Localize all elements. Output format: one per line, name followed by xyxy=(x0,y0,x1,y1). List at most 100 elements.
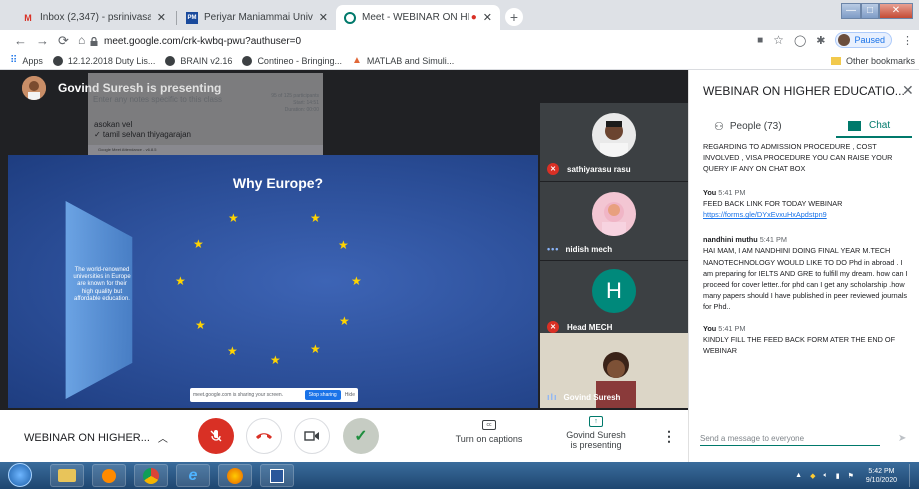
forward-icon[interactable]: → xyxy=(36,33,49,48)
feedback-link[interactable]: https://forms.gle/DYxEvxuHxApdstpn9 xyxy=(703,209,911,220)
participant-name: ✕ Head MECH xyxy=(547,321,612,333)
bookmark-brain[interactable]: BRAIN v2.16 xyxy=(165,55,232,66)
start-button[interactable] xyxy=(8,463,32,487)
tab-chat[interactable]: Chat xyxy=(848,120,890,131)
chat-compose-input[interactable]: Send a message to everyone xyxy=(700,434,880,446)
profile-paused-button[interactable]: Paused xyxy=(835,32,892,48)
explorer-taskbar-icon[interactable] xyxy=(50,464,84,487)
globe-icon xyxy=(242,55,253,66)
tab-people[interactable]: ⚇ People (73) xyxy=(714,120,782,133)
camera-blocked-icon[interactable]: ■ xyxy=(757,35,763,46)
attendee-name: ✓ tamil selvan thiyagarajan xyxy=(94,130,191,139)
chrome-taskbar-icon[interactable] xyxy=(134,464,168,487)
close-tab-icon[interactable]: ✕ xyxy=(157,11,166,24)
eu-star: ★ xyxy=(228,211,239,225)
participant-tile-self[interactable]: ılı Govind Suresh xyxy=(540,333,688,408)
avatar xyxy=(838,34,851,46)
present-status-button[interactable]: ↑ Govind Suresh is presenting xyxy=(554,416,638,450)
screen-share-bar: meet.google.com is sharing your screen. … xyxy=(190,388,358,402)
toolbar-right-icons: ■ ☆ ◯ ✱ Paused ⋮ xyxy=(757,32,913,48)
presenter-avatar xyxy=(22,76,46,100)
notes-footer: Google Meet Attendance - v6.8.5 xyxy=(88,145,323,155)
gmail-icon: M xyxy=(24,12,32,23)
tab-gmail[interactable]: M Inbox (2,347) - psrinivasan@pmu ✕ xyxy=(14,5,174,30)
security-icon[interactable]: ◆ xyxy=(810,472,815,480)
participant-strip: ✕ sathiyarasu rasu ••• nidish mech H ✕ H… xyxy=(540,103,688,408)
bookmark-matlab[interactable]: ▲ MATLAB and Simuli... xyxy=(352,55,454,66)
close-window-button[interactable]: ✕ xyxy=(879,3,913,19)
tab-meet[interactable]: Meet - WEBINAR ON HIGHE ● ✕ xyxy=(336,5,500,30)
flag-icon[interactable]: ⚑ xyxy=(848,472,854,480)
chat-message-list: REGARDING TO ADMISSION PROCEDURE , COST … xyxy=(703,141,911,421)
captions-button[interactable]: cc Turn on captions xyxy=(450,420,528,444)
new-tab-button[interactable]: + xyxy=(505,8,523,26)
camera-icon xyxy=(304,431,319,441)
mic-off-icon xyxy=(210,430,222,442)
extension-icon[interactable]: ◯ xyxy=(794,34,806,47)
more-options-icon[interactable]: ⋮ xyxy=(662,428,676,445)
window-controls: — □ ✕ xyxy=(841,3,913,19)
other-bookmarks[interactable]: Other bookmarks xyxy=(830,56,915,66)
close-panel-icon[interactable]: ✕ xyxy=(902,82,914,99)
bookmark-apps[interactable]: ⠿ Apps xyxy=(10,55,43,66)
volume-icon[interactable]: 🔈︎ xyxy=(824,472,828,480)
participant-name: ••• nidish mech xyxy=(547,244,613,254)
participant-tile[interactable]: H ✕ Head MECH xyxy=(540,261,688,339)
notes-input[interactable]: Enter any notes specific to this class xyxy=(93,95,222,104)
media-player-taskbar-icon[interactable] xyxy=(92,464,126,487)
close-tab-icon[interactable]: ✕ xyxy=(319,11,328,24)
reload-icon[interactable]: ⟳ xyxy=(58,33,69,49)
show-desktop-button[interactable] xyxy=(909,464,919,487)
participant-tile[interactable]: ••• nidish mech xyxy=(540,182,688,260)
browser-toolbar: ← → ⟳ ⌂ meet.google.com/crk-kwbq-pwu?aut… xyxy=(0,30,919,52)
checkmark-icon: ✓ xyxy=(354,428,368,445)
participant-tile[interactable]: ✕ sathiyarasu rasu xyxy=(540,103,688,181)
send-icon[interactable]: ➤ xyxy=(898,433,906,444)
home-icon[interactable]: ⌂ xyxy=(78,33,85,47)
chat-message: nandhini muthu 5:41 PM HAI MAM, I AM NAN… xyxy=(703,235,908,312)
maximize-button[interactable]: □ xyxy=(861,3,879,19)
leave-call-button[interactable] xyxy=(246,418,282,454)
slide-title: Why Europe? xyxy=(232,175,324,191)
panel-title: WEBINAR ON HIGHER EDUCATIO... xyxy=(703,84,905,98)
tab-separator xyxy=(176,11,177,25)
eu-star: ★ xyxy=(338,238,349,252)
people-icon: ⚇ xyxy=(714,121,724,133)
close-tab-icon[interactable]: ✕ xyxy=(483,11,492,24)
puzzle-icon[interactable]: ✱ xyxy=(816,34,825,47)
meeting-details-button[interactable]: WEBINAR ON HIGHER... ︿ xyxy=(24,430,168,446)
stop-sharing-button[interactable]: Stop sharing xyxy=(304,390,341,400)
mic-toggle-button[interactable] xyxy=(198,418,234,454)
mic-off-icon: ✕ xyxy=(547,163,559,175)
activity-check-button[interactable]: ✓ xyxy=(343,418,379,454)
chat-message: You 5:41 PM KINDLY FILL THE FEED BACK FO… xyxy=(703,323,896,356)
chrome-menu-icon[interactable]: ⋮ xyxy=(902,34,913,47)
participant-initial-avatar: H xyxy=(592,269,636,313)
present-arrow-icon: ↑ xyxy=(589,416,603,427)
back-icon[interactable]: ← xyxy=(14,33,27,48)
bookmark-duty-list[interactable]: 12.12.2018 Duty Lis... xyxy=(52,55,155,66)
captions-icon: cc xyxy=(482,420,496,430)
speaking-bars-icon: ılı xyxy=(547,392,558,402)
taskbar-clock[interactable]: 5:42 PM 9/10/2020 xyxy=(866,467,897,485)
participant-photo xyxy=(592,192,636,236)
slide-arrow-text: The world-renowned universities in Europ… xyxy=(73,267,131,302)
eu-star: ★ xyxy=(195,318,206,332)
minimize-button[interactable]: — xyxy=(841,3,861,19)
url-text: meet.google.com/crk-kwbq-pwu?authuser=0 xyxy=(104,35,302,47)
network-icon[interactable]: ▮ xyxy=(836,472,840,480)
eu-star: ★ xyxy=(310,342,321,356)
word-taskbar-icon[interactable] xyxy=(260,464,294,487)
bookmark-contineo[interactable]: Contineo - Bringing... xyxy=(242,55,342,66)
firefox-taskbar-icon[interactable] xyxy=(218,464,252,487)
bookmarks-bar: ⠿ Apps 12.12.2018 Duty Lis... BRAIN v2.1… xyxy=(0,52,919,70)
address-bar[interactable]: meet.google.com/crk-kwbq-pwu?authuser=0 xyxy=(90,32,750,50)
tray-arrow-icon[interactable]: ▲ xyxy=(795,472,802,479)
ie-taskbar-icon[interactable]: e xyxy=(176,464,210,487)
tab-periyar[interactable]: PM Periyar Maniammai University - ( ✕ xyxy=(178,5,336,30)
bookmark-star-icon[interactable]: ☆ xyxy=(773,33,784,47)
chat-message: REGARDING TO ADMISSION PROCEDURE , COST … xyxy=(703,142,893,174)
hide-button[interactable]: Hide xyxy=(345,392,355,398)
camera-toggle-button[interactable] xyxy=(294,418,330,454)
attendee-name: asokan vel xyxy=(94,120,133,129)
